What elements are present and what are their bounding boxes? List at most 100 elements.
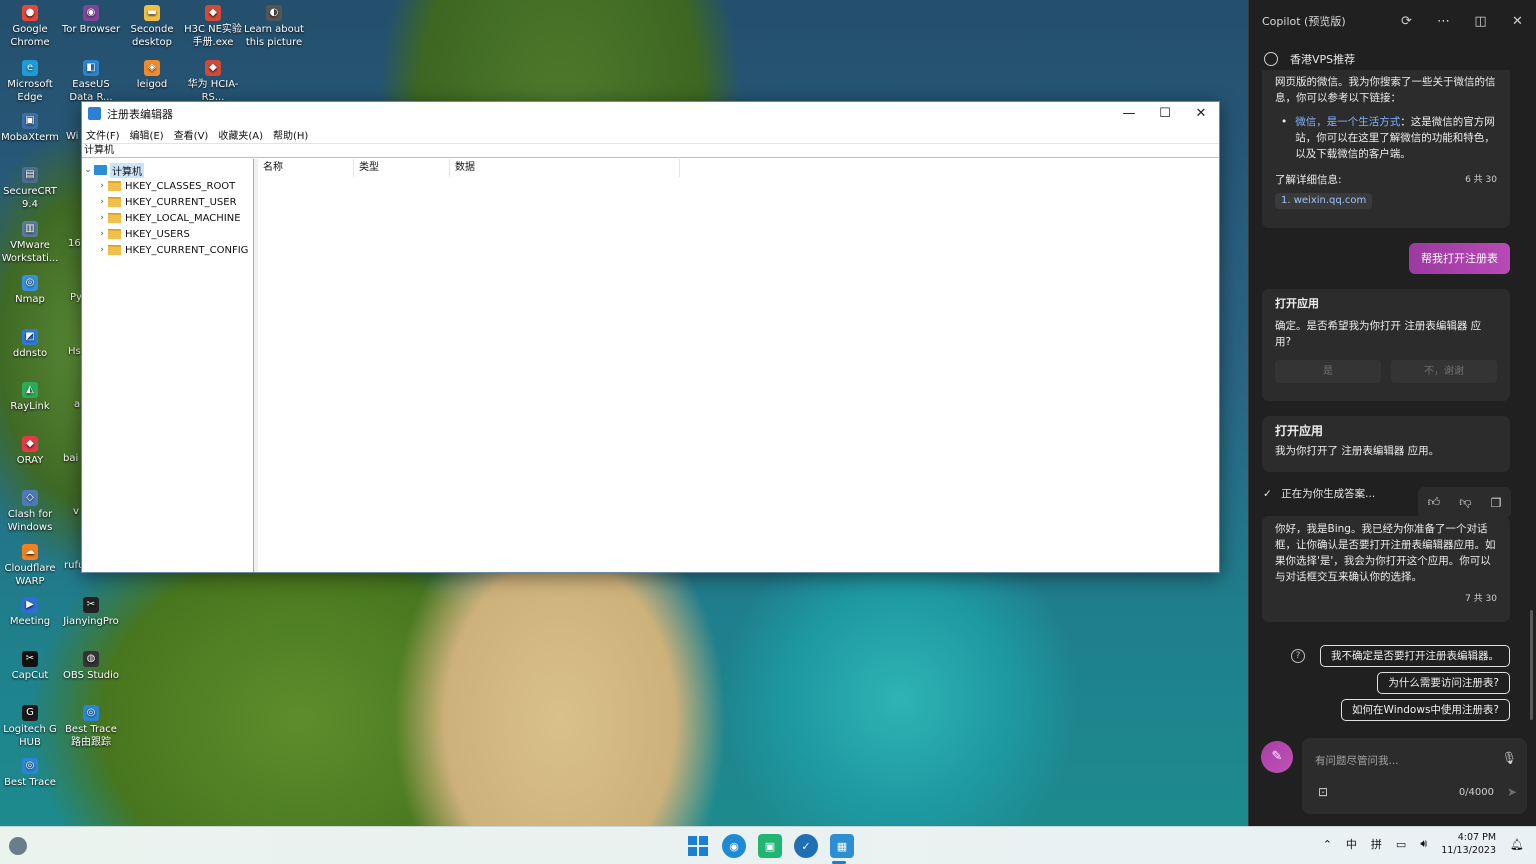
suggestion-chip-2[interactable]: 为什么需要访问注册表? xyxy=(1377,672,1510,694)
desktop-icon[interactable]: ▬ Seconde desktop xyxy=(122,5,182,49)
clock[interactable]: 4:07 PM 11/13/2023 xyxy=(1441,831,1496,857)
chevron-down-icon[interactable]: ⌄ xyxy=(82,165,94,175)
value-list[interactable]: 名称 类型 数据 xyxy=(258,159,1219,572)
ime-mode[interactable]: 拼 xyxy=(1371,836,1382,852)
desktop-icon[interactable]: ✂ CapCut xyxy=(0,651,60,682)
desktop-icon[interactable]: ◆ ORAY xyxy=(0,436,60,467)
start-button[interactable] xyxy=(686,834,710,858)
desktop-icon[interactable]: ◐ Learn about this picture xyxy=(244,5,304,49)
chat-scrollbar[interactable] xyxy=(1530,610,1533,720)
answer-link[interactable]: 微信，是一个生活方式 xyxy=(1295,116,1400,128)
desktop-icon[interactable]: ◇ Clash for Windows xyxy=(0,490,60,534)
chevron-right-icon[interactable]: › xyxy=(96,181,108,191)
chevron-right-icon[interactable]: › xyxy=(96,245,108,255)
tree-root-computer[interactable]: ⌄ 计算机 xyxy=(82,162,253,178)
chat-input-placeholder[interactable]: 有问题尽管问我... xyxy=(1315,753,1399,768)
chat-input-box[interactable]: 有问题尽管问我... 🎙︎ ⊡ 0/4000 ➤ xyxy=(1302,738,1527,814)
app-icon: ✂ xyxy=(83,597,99,613)
learn-more-label: 了解详细信息: xyxy=(1275,174,1342,186)
notification-bell-icon[interactable]: 🔔︎ xyxy=(1510,838,1524,851)
microphone-icon[interactable]: 🎙︎ xyxy=(1502,751,1517,765)
column-type[interactable]: 类型 xyxy=(354,159,450,177)
chevron-right-icon[interactable]: › xyxy=(96,197,108,207)
more-options-icon[interactable]: ⋯ xyxy=(1425,14,1462,29)
desktop-icon[interactable]: e Microsoft Edge xyxy=(0,60,60,104)
tree-item-label: HKEY_USERS xyxy=(125,228,190,240)
maximize-button[interactable]: ☐ xyxy=(1147,102,1183,125)
registry-editor-window[interactable]: 注册表编辑器 — ☐ ✕ 文件(F) 编辑(E) 查看(V) 收藏夹(A) 帮助… xyxy=(81,101,1220,573)
desktop-icon[interactable]: ▥ VMware Workstati... xyxy=(0,221,60,265)
code-editor-icon[interactable]: ✓ xyxy=(794,834,818,858)
desktop-icon[interactable]: ▣ MobaXterm xyxy=(0,113,60,144)
ime-language[interactable]: 中 xyxy=(1346,836,1357,852)
desktop-icon[interactable]: ◈ leigod xyxy=(122,60,182,91)
app-icon: ◭ xyxy=(22,382,38,398)
address-bar[interactable]: 计算机 xyxy=(82,143,1219,158)
volume-icon[interactable]: 🔊︎ xyxy=(1420,837,1427,851)
desktop-icon[interactable]: ◍ OBS Studio xyxy=(61,651,121,682)
key-tree[interactable]: ⌄ 计算机 › HKEY_CLASSES_ROOT › HKEY_CURRENT… xyxy=(82,159,254,572)
network-icon[interactable]: ▭ xyxy=(1396,838,1406,851)
help-icon[interactable]: ? xyxy=(1291,649,1305,663)
reply-counter: 7 共 30 xyxy=(1465,594,1497,604)
column-name[interactable]: 名称 xyxy=(258,159,354,177)
chevron-right-icon[interactable]: › xyxy=(96,213,108,223)
app-icon: ◍ xyxy=(83,651,99,667)
opened-app-card: 打开应用 我为你打开了 注册表编辑器 应用。 xyxy=(1262,416,1510,472)
pycharm-icon[interactable]: ▣ xyxy=(758,834,782,858)
desktop-icon[interactable]: ◭ RayLink xyxy=(0,382,60,413)
browser-preview-icon[interactable]: ◉ xyxy=(722,834,746,858)
chevron-right-icon[interactable]: › xyxy=(96,229,108,239)
desktop-icon[interactable]: ◆ H3C NE实验手册.exe xyxy=(183,5,243,49)
menu-file[interactable]: 文件(F) xyxy=(86,127,120,142)
desktop-icon[interactable]: ◎ Best Trace 路由跟踪 xyxy=(61,705,121,749)
menu-view[interactable]: 查看(V) xyxy=(174,127,209,142)
desktop-icon[interactable]: ✂ JianyingPro xyxy=(61,597,121,628)
desktop-icon[interactable]: ▶ Meeting xyxy=(0,597,60,628)
tree-item-hklm[interactable]: › HKEY_LOCAL_MACHINE xyxy=(82,210,253,226)
desktop-icon[interactable]: ◉ Tor Browser xyxy=(61,5,121,36)
suggestion-chip-3[interactable]: 如何在Windows中使用注册表? xyxy=(1341,699,1510,721)
dock-panel-icon[interactable]: ◫ xyxy=(1462,14,1499,29)
desktop-icon[interactable]: ◎ Best Trace xyxy=(0,758,60,789)
image-capture-icon[interactable]: ⊡ xyxy=(1318,785,1328,799)
close-button[interactable]: ✕ xyxy=(1183,102,1219,125)
tree-item-hkcr[interactable]: › HKEY_CLASSES_ROOT xyxy=(82,178,253,194)
desktop-icon[interactable]: ● Google Chrome xyxy=(0,5,60,49)
desktop-icon[interactable]: G Logitech G HUB xyxy=(0,705,60,749)
close-icon[interactable]: ✕ xyxy=(1499,14,1536,29)
yes-button[interactable]: 是 xyxy=(1275,360,1381,383)
topic-title: 香港VPS推荐 xyxy=(1290,53,1356,66)
send-icon[interactable]: ➤ xyxy=(1507,785,1517,799)
new-topic-button[interactable]: ✎ xyxy=(1261,741,1293,773)
menu-favorites[interactable]: 收藏夹(A) xyxy=(218,127,263,142)
window-titlebar[interactable]: 注册表编辑器 — ☐ ✕ xyxy=(82,102,1219,125)
open-app-title: 打开应用 xyxy=(1275,297,1319,310)
source-chip[interactable]: 1. weixin.qq.com xyxy=(1275,193,1373,209)
desktop-icon[interactable]: ◎ Nmap xyxy=(0,275,60,306)
tree-item-hku[interactable]: › HKEY_USERS xyxy=(82,226,253,242)
refresh-icon[interactable]: ⟳ xyxy=(1388,14,1425,29)
desktop-icon[interactable]: ◧ EaseUS Data R... xyxy=(61,60,121,104)
minimize-button[interactable]: — xyxy=(1111,102,1147,125)
thumbs-down-icon[interactable]: 👎︎ xyxy=(1459,495,1471,510)
tray-overflow-icon[interactable]: ⌃ xyxy=(1323,838,1332,851)
menu-help[interactable]: 帮助(H) xyxy=(273,127,308,142)
column-data[interactable]: 数据 xyxy=(450,159,680,177)
no-thanks-button[interactable]: 不，谢谢 xyxy=(1391,360,1497,383)
desktop-icon[interactable]: ▤ SecureCRT 9.4 xyxy=(0,167,60,211)
copy-icon[interactable]: ❐ xyxy=(1491,496,1502,510)
tree-item-hkcu[interactable]: › HKEY_CURRENT_USER xyxy=(82,194,253,210)
desktop-icon[interactable]: ☁ Cloudflare WARP xyxy=(0,544,60,588)
desktop-icon[interactable]: ◆ 华为 HCIA-RS... xyxy=(183,60,243,104)
thumbs-up-icon[interactable]: 👍︎ xyxy=(1428,495,1441,510)
desktop-icon-label: leigod xyxy=(136,79,168,90)
widgets-icon[interactable] xyxy=(9,837,27,855)
regedit-taskbar-icon[interactable]: ▦ xyxy=(830,834,854,858)
menu-edit[interactable]: 编辑(E) xyxy=(130,127,164,142)
tree-item-hkcc[interactable]: › HKEY_CURRENT_CONFIG xyxy=(82,242,253,258)
app-icon: ◩ xyxy=(22,329,38,345)
desktop-icon[interactable]: ◩ ddnsto xyxy=(0,329,60,360)
app-icon: ◆ xyxy=(205,5,221,21)
suggestion-chip-1[interactable]: 我不确定是否要打开注册表编辑器。 xyxy=(1320,645,1510,667)
